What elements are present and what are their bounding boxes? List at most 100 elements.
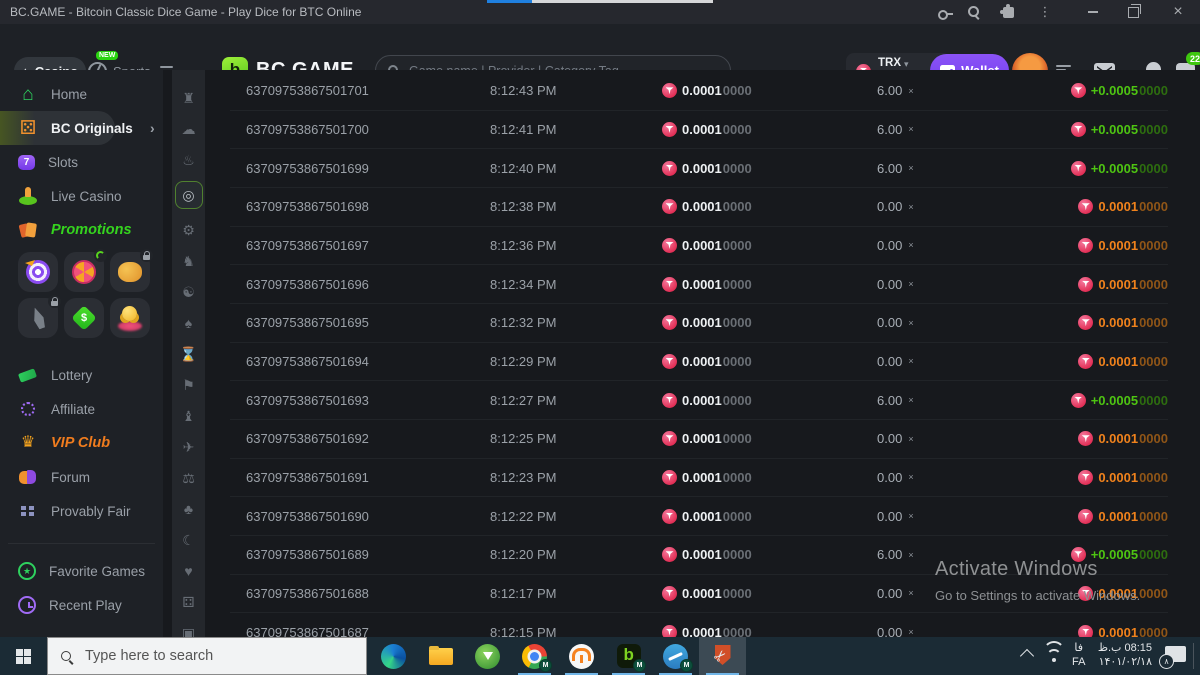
rail-game-1-icon[interactable]: ♜ bbox=[179, 88, 199, 108]
trx-coin-icon bbox=[1070, 160, 1086, 176]
taskbar-search-input[interactable] bbox=[83, 647, 354, 665]
tray-clock[interactable]: 08:15 ب.ظ ۱۴۰۱/۰۲/۱۸ bbox=[1098, 641, 1152, 669]
browser-menu-icon[interactable]: ⋮ bbox=[1032, 0, 1058, 24]
table-row[interactable]: 63709753867501696 8:12:34 PM 0.0001 0000 … bbox=[230, 264, 1168, 303]
table-row[interactable]: 63709753867501698 8:12:38 PM 0.0001 0000 … bbox=[230, 186, 1168, 226]
table-row[interactable]: 63709753867501695 8:12:32 PM 0.0001 0000 … bbox=[230, 302, 1168, 342]
rail-game-9-icon[interactable]: ⌛ bbox=[179, 344, 199, 364]
windows-logo-icon bbox=[16, 648, 31, 664]
trx-coin-icon bbox=[1078, 585, 1094, 601]
bet-id: 63709753867501697 bbox=[246, 237, 369, 253]
promo-icon bbox=[18, 220, 38, 240]
bet-payout: 0.0001 0000 bbox=[1078, 497, 1168, 535]
promo-tile-coupon[interactable] bbox=[64, 298, 104, 338]
rail-game-10-icon[interactable]: ⚑ bbox=[179, 375, 199, 395]
table-row[interactable]: 63709753867501691 8:12:23 PM 0.0001 0000 … bbox=[230, 457, 1168, 497]
notification-icon[interactable]: ۸ bbox=[1159, 646, 1186, 669]
bet-multiplier: 0.00 × bbox=[877, 624, 914, 637]
bet-amount: 0.0001 0000 bbox=[662, 420, 752, 458]
minimize-button[interactable] bbox=[1080, 0, 1106, 24]
trx-coin-icon bbox=[1078, 431, 1094, 447]
rail-game-15-icon[interactable]: ☾ bbox=[179, 530, 199, 550]
taskbar-app-chrome[interactable]: M bbox=[511, 637, 558, 675]
taskbar-app-openvpn[interactable] bbox=[558, 637, 605, 675]
bet-id: 63709753867501687 bbox=[246, 624, 369, 637]
sidebar-item-bc-originals[interactable]: BC Originals › bbox=[0, 111, 155, 145]
rail-game-8-icon[interactable]: ♠ bbox=[179, 313, 199, 333]
sidebar-item-affiliate[interactable]: Affiliate bbox=[0, 392, 163, 426]
tray-chevron-icon[interactable] bbox=[1019, 648, 1035, 664]
sidebar: Home BC Originals › Slots Live Casino Pr… bbox=[0, 70, 163, 637]
rail-game-5-icon[interactable]: ⚙ bbox=[179, 220, 199, 240]
sidebar-item-forum[interactable]: Forum bbox=[0, 460, 163, 494]
openvpn-icon bbox=[569, 643, 595, 669]
taskbar-app-edge[interactable] bbox=[370, 637, 417, 675]
rail-game-11-icon[interactable]: ♝ bbox=[179, 406, 199, 426]
sidebar-item-promotions[interactable]: Promotions bbox=[0, 213, 163, 247]
rewards-icon bbox=[110, 298, 150, 338]
screen: BC.GAME - Bitcoin Classic Dice Game - Pl… bbox=[0, 0, 1200, 675]
rail-game-6-icon[interactable]: ♞ bbox=[179, 251, 199, 271]
sidebar-item-recent-play[interactable]: Recent Play bbox=[0, 588, 163, 622]
taskbar-app-telegram[interactable]: M bbox=[652, 637, 699, 675]
table-row[interactable]: 63709753867501692 8:12:25 PM 0.0001 0000 … bbox=[230, 418, 1168, 458]
taskbar-search[interactable] bbox=[47, 637, 367, 675]
wifi-icon[interactable] bbox=[1043, 641, 1065, 663]
table-row[interactable]: 63709753867501700 8:12:41 PM 0.0001 0000 … bbox=[230, 109, 1168, 149]
language-indicator[interactable]: فا FA bbox=[1072, 641, 1085, 669]
rail-game-18-icon[interactable]: ▣ bbox=[179, 623, 199, 638]
sidebar-item-live-casino[interactable]: Live Casino bbox=[0, 179, 163, 213]
table-row[interactable]: 63709753867501687 8:12:15 PM 0.0001 0000 … bbox=[230, 612, 1168, 637]
start-button[interactable] bbox=[0, 637, 47, 675]
bet-payout: +0.0005 0000 bbox=[1070, 72, 1168, 110]
close-button[interactable]: × bbox=[1165, 0, 1191, 24]
sidebar-item-label: VIP Club bbox=[51, 435, 111, 451]
trx-coin-icon bbox=[662, 624, 677, 637]
taskbar-app-bcgame[interactable]: M bbox=[605, 637, 652, 675]
sidebar-item-label: Lottery bbox=[51, 367, 93, 383]
sidebar-item-slots[interactable]: Slots bbox=[0, 145, 163, 179]
lock-icon bbox=[48, 295, 61, 308]
rail-game-16-icon[interactable]: ♥ bbox=[179, 561, 199, 581]
table-row[interactable]: 63709753867501699 8:12:40 PM 0.0001 0000 … bbox=[230, 148, 1168, 187]
promo-tile-daily[interactable] bbox=[18, 252, 58, 292]
taskbar-app-snip[interactable] bbox=[699, 637, 746, 675]
taskbar-app-idm[interactable] bbox=[464, 637, 511, 675]
sidebar-item-lottery[interactable]: Lottery bbox=[0, 358, 163, 392]
taskbar-app-file-explorer[interactable] bbox=[417, 637, 464, 675]
bet-amount: 0.0001 0000 bbox=[662, 149, 752, 187]
table-row[interactable]: 63709753867501697 8:12:36 PM 0.0001 0000 … bbox=[230, 225, 1168, 265]
sidebar-item-provably-fair[interactable]: Provably Fair bbox=[0, 494, 163, 528]
bet-amount: 0.0001 0000 bbox=[662, 613, 752, 637]
table-row[interactable]: 63709753867501693 8:12:27 PM 0.0001 0000 … bbox=[230, 380, 1168, 419]
rail-game-14-icon[interactable]: ♣ bbox=[179, 499, 199, 519]
table-row[interactable]: 63709753867501694 8:12:29 PM 0.0001 0000 … bbox=[230, 341, 1168, 381]
sidebar-item-vip-club[interactable]: VIP Club bbox=[0, 426, 163, 460]
restore-button[interactable] bbox=[1120, 0, 1146, 24]
rail-game-13-icon[interactable]: ⚖ bbox=[179, 468, 199, 488]
sidebar-item-home[interactable]: Home bbox=[0, 77, 163, 111]
rail-game-3-icon[interactable]: ♨ bbox=[179, 150, 199, 170]
promo-tile-rewards[interactable] bbox=[110, 298, 150, 338]
trx-coin-icon bbox=[662, 276, 677, 292]
notification-count: ۸ bbox=[1159, 654, 1174, 669]
bet-time: 8:12:29 PM bbox=[490, 353, 557, 369]
rail-game-7-icon[interactable]: ☯ bbox=[179, 282, 199, 302]
table-row[interactable]: 63709753867501701 8:12:43 PM 0.0001 0000 … bbox=[230, 72, 1168, 110]
promo-tile-spin[interactable] bbox=[64, 249, 107, 292]
table-row[interactable]: 63709753867501690 8:12:22 PM 0.0001 0000 … bbox=[230, 496, 1168, 535]
password-key-icon[interactable] bbox=[931, 0, 957, 24]
rail-game-17-icon[interactable]: ⚃ bbox=[179, 592, 199, 612]
extensions-icon[interactable] bbox=[995, 0, 1021, 24]
promo-tile-rocket[interactable] bbox=[18, 295, 61, 338]
rail-game-12-icon[interactable]: ✈ bbox=[179, 437, 199, 457]
rail-game-classic-dice-icon[interactable]: ◎ bbox=[174, 181, 203, 209]
bet-amount: 0.0001 0000 bbox=[662, 304, 752, 342]
table-row[interactable]: 63709753867501689 8:12:20 PM 0.0001 0000 … bbox=[230, 534, 1168, 574]
promo-tile-piggy[interactable] bbox=[110, 249, 153, 292]
sidebar-item-favorite-games[interactable]: Favorite Games bbox=[0, 554, 163, 588]
table-row[interactable]: 63709753867501688 8:12:17 PM 0.0001 0000 … bbox=[230, 573, 1168, 613]
find-icon[interactable] bbox=[961, 0, 987, 24]
bet-amount: 0.0001 0000 bbox=[662, 265, 752, 303]
rail-game-2-icon[interactable]: ☁ bbox=[179, 119, 199, 139]
